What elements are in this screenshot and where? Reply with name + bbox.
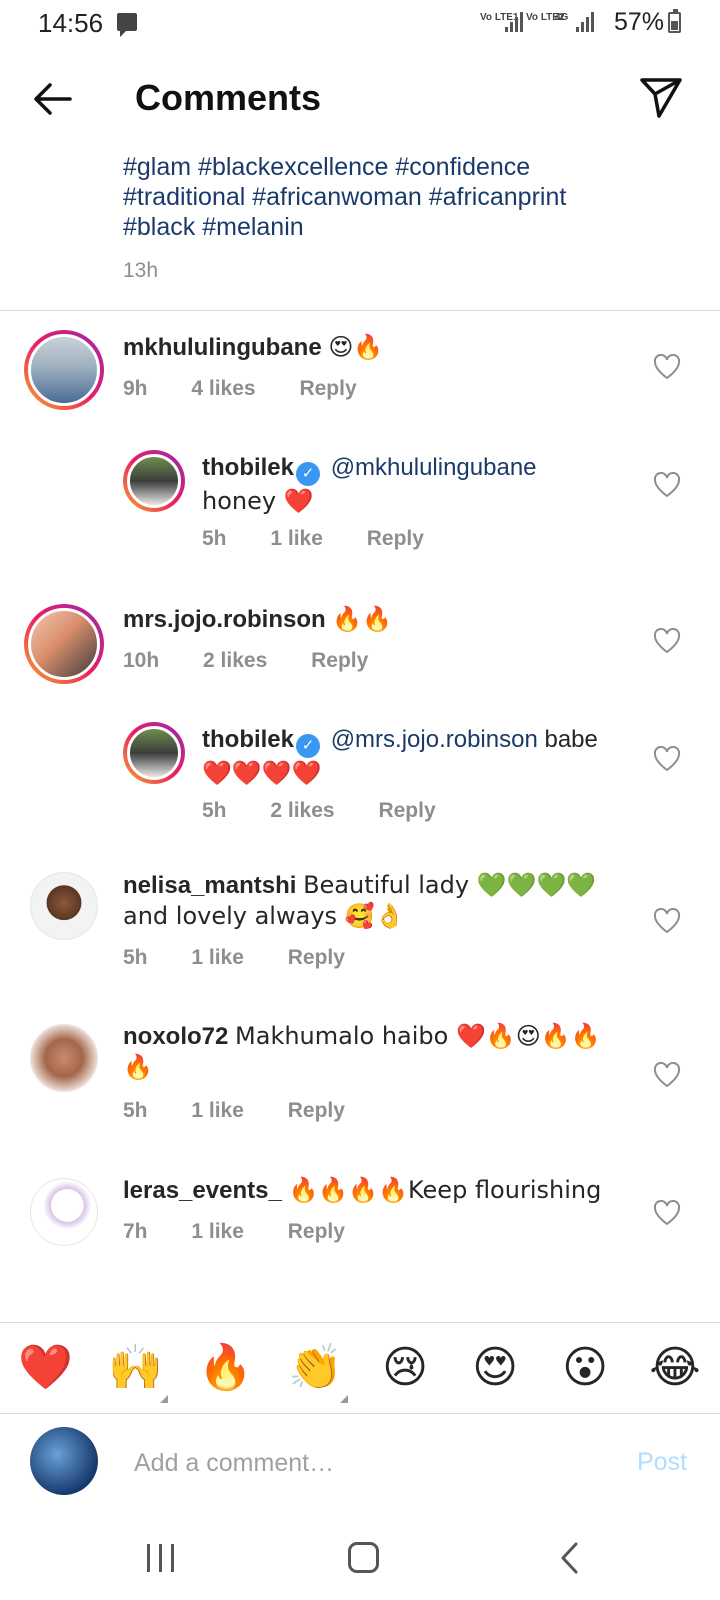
avatar[interactable] — [30, 1024, 98, 1092]
reply-button[interactable]: Reply — [299, 377, 356, 400]
comment-text-line2: ❤️❤️❤️❤️ — [202, 759, 322, 787]
network-label-3: 4G — [555, 12, 569, 23]
heart-icon[interactable] — [653, 354, 681, 380]
reply-button[interactable]: Reply — [288, 946, 345, 969]
current-user-avatar — [30, 1427, 98, 1495]
skin-tone-indicator-icon — [160, 1395, 168, 1403]
comment-mention[interactable]: @mkhululingubane — [331, 454, 537, 481]
avatar[interactable] — [123, 722, 185, 784]
signal-icon — [505, 12, 525, 32]
comment-text-line2: 🔥 — [123, 1053, 153, 1081]
reaction-clapping[interactable]: 👏 — [288, 1341, 343, 1395]
comment-time: 9h — [123, 377, 148, 400]
caption-line[interactable]: #black #melanin — [123, 212, 683, 242]
avatar[interactable] — [24, 330, 104, 410]
reply-button[interactable]: Reply — [311, 649, 368, 672]
comment-likes[interactable]: 2 likes — [203, 649, 267, 672]
comment-text: 🔥🔥🔥🔥Keep flourishing — [288, 1176, 602, 1204]
caption-time: 13h — [123, 259, 159, 282]
header: Comments — [0, 55, 720, 145]
comment-input[interactable] — [134, 1443, 604, 1483]
verified-badge-icon: ✓ — [296, 462, 321, 486]
message-notification-icon — [117, 13, 137, 37]
reply-button[interactable]: Reply — [288, 1099, 345, 1122]
comment-username[interactable]: mrs.jojo.robinson — [123, 606, 326, 633]
paper-plane-icon[interactable] — [636, 73, 684, 121]
heart-icon[interactable] — [653, 628, 681, 654]
recent-apps-icon[interactable] — [147, 1544, 177, 1572]
comment-text: honey ❤️ — [202, 487, 314, 515]
comment-text: Beautiful lady 💚💚💚💚 — [303, 871, 597, 899]
heart-icon[interactable] — [653, 1200, 681, 1226]
post-caption: #glam #blackexcellence #confidence #trad… — [123, 152, 683, 242]
comment-username[interactable]: leras_events_ — [123, 1177, 282, 1204]
comment-mention[interactable]: @mrs.jojo.robinson — [331, 726, 538, 753]
reply-button[interactable]: Reply — [378, 799, 435, 822]
status-time: 14:56 — [38, 8, 104, 38]
avatar[interactable] — [24, 604, 104, 684]
comment-username[interactable]: noxolo72 — [123, 1023, 228, 1050]
reaction-heart-eyes[interactable]: 😍 — [468, 1341, 522, 1395]
arrow-left-icon[interactable] — [28, 75, 76, 123]
caption-line[interactable]: #traditional #africanwoman #africanprint — [123, 182, 683, 212]
comment-text: Makhumalo haibo ❤️🔥😍🔥🔥 — [235, 1022, 601, 1050]
avatar[interactable] — [30, 872, 98, 940]
reaction-raised-hands[interactable]: 🙌 — [108, 1341, 163, 1395]
comment-text: 😍🔥 — [328, 333, 384, 361]
comment-username[interactable]: mkhululingubane — [123, 334, 322, 361]
comment-time: 7h — [123, 1220, 148, 1243]
caption-line[interactable]: #glam #blackexcellence #confidence — [123, 152, 683, 182]
comment-text: 🔥🔥 — [332, 605, 393, 633]
comment-time: 5h — [202, 799, 227, 822]
battery-percent: 57% — [614, 8, 665, 36]
comment-text-line2: and lovely always 🥰👌 — [123, 902, 405, 930]
comment-time: 10h — [123, 649, 160, 672]
heart-icon[interactable] — [653, 908, 681, 934]
reaction-fire[interactable]: 🔥 — [198, 1341, 253, 1395]
comment-username[interactable]: nelisa_mantshi — [123, 872, 296, 899]
reaction-surprised[interactable]: 😮 — [558, 1341, 612, 1395]
comment-likes[interactable]: 1 like — [191, 946, 244, 969]
heart-icon[interactable] — [653, 746, 681, 772]
skin-tone-indicator-icon — [340, 1395, 348, 1403]
signal-icon — [576, 12, 596, 32]
battery-icon — [668, 9, 681, 33]
heart-icon[interactable] — [653, 472, 681, 498]
reaction-laughing[interactable]: 😂 — [648, 1341, 702, 1395]
quick-reaction-bar: ❤️ 🙌 🔥 👏 😢 😍 😮 😂 — [0, 1322, 720, 1414]
reply-button[interactable]: Reply — [288, 1220, 345, 1243]
comment-time: 5h — [123, 946, 148, 969]
comment-time: 5h — [123, 1099, 148, 1122]
verified-badge-icon: ✓ — [296, 734, 321, 758]
comment-text: babe — [544, 726, 598, 753]
comment-username[interactable]: thobilek — [202, 454, 294, 481]
heart-icon[interactable] — [653, 1062, 681, 1088]
post-button[interactable]: Post — [637, 1448, 687, 1477]
status-bar: 14:56 Vo LTE1 Vo LTE2 4G 57% — [0, 0, 720, 48]
home-icon[interactable] — [348, 1542, 379, 1573]
avatar[interactable] — [123, 450, 185, 512]
comment-likes[interactable]: 4 likes — [191, 377, 255, 400]
comment-likes[interactable]: 1 like — [270, 527, 323, 550]
comment-username[interactable]: thobilek — [202, 726, 294, 753]
back-chevron-icon[interactable] — [556, 1540, 586, 1576]
comment-likes[interactable]: 2 likes — [270, 799, 334, 822]
system-nav-bar — [0, 1516, 720, 1600]
divider — [0, 310, 720, 311]
comment-likes[interactable]: 1 like — [191, 1220, 244, 1243]
comment-likes[interactable]: 1 like — [191, 1099, 244, 1122]
page-title: Comments — [135, 77, 322, 118]
comment-time: 5h — [202, 527, 227, 550]
reaction-crying[interactable]: 😢 — [378, 1341, 432, 1395]
reaction-heart[interactable]: ❤️ — [18, 1341, 73, 1395]
reply-button[interactable]: Reply — [367, 527, 424, 550]
avatar[interactable] — [30, 1178, 98, 1246]
